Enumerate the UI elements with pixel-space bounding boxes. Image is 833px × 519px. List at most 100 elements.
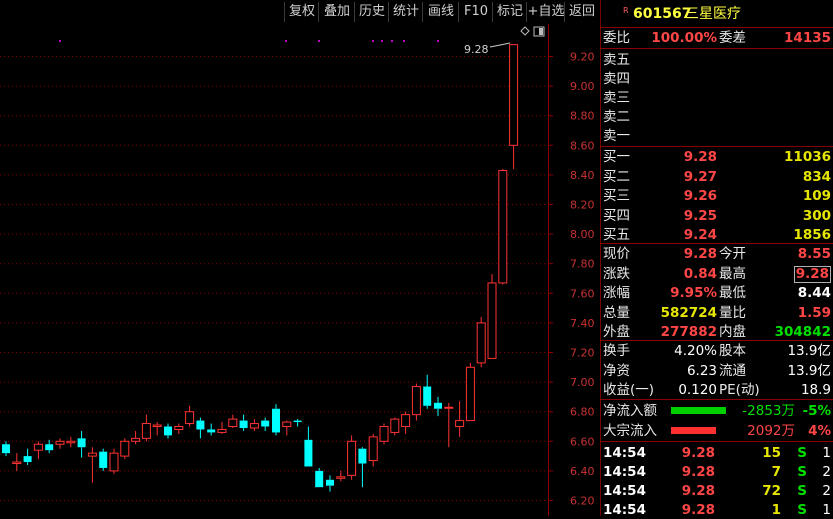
candle <box>185 405 195 427</box>
candle <box>401 411 411 434</box>
candle-body <box>196 420 205 430</box>
draw-line-button[interactable]: 画线 <box>422 2 459 22</box>
statistics-button[interactable]: 统计 <box>388 2 423 22</box>
quote-value: 8.55 <box>797 246 831 262</box>
quote-value: 0.84 <box>683 265 717 282</box>
candle-body <box>509 44 519 146</box>
mark-button[interactable]: 标记 <box>492 2 527 22</box>
candle <box>293 419 302 427</box>
tick-volume: 72 <box>762 483 781 499</box>
tick-side: S <box>797 464 807 480</box>
event-dot <box>437 40 439 42</box>
sell-row: 卖一 <box>601 127 833 145</box>
candle-body <box>207 429 216 433</box>
fuquan-button[interactable]: 复权 <box>284 2 319 22</box>
candle-body <box>55 440 65 445</box>
candle-body <box>434 402 442 409</box>
tick-side: S <box>797 502 807 518</box>
buy-row: 买三 9.26 109 <box>601 187 833 205</box>
quote-label: 涨跌 <box>603 265 630 282</box>
candle-body <box>66 440 76 444</box>
sell-row: 卖三 <box>601 89 833 107</box>
stock-code: 601567 <box>633 6 692 22</box>
flow-percent: 4% <box>808 422 831 439</box>
divider <box>601 27 833 28</box>
candle-body <box>282 421 292 427</box>
candle <box>261 417 270 431</box>
tick-side: S <box>797 483 807 499</box>
candle <box>77 430 86 458</box>
price-tick-label: 7.00 <box>570 376 595 389</box>
candle <box>12 453 22 471</box>
candle-body <box>23 456 32 463</box>
diamond-icon[interactable] <box>520 26 530 36</box>
quote-value: 8.44 <box>797 285 831 301</box>
buy-label: 买二 <box>603 168 630 185</box>
candle-body <box>174 426 184 430</box>
buy-label: 买一 <box>603 149 630 165</box>
price-tick-label: 7.80 <box>570 258 595 271</box>
candle <box>282 420 292 436</box>
quote-label: 内盘 <box>719 324 746 340</box>
candle <box>368 433 378 467</box>
candle <box>487 274 497 359</box>
candle-body <box>249 423 259 429</box>
candlestick-chart[interactable]: 9.20 9.00 8.80 8.60 8.40 8.20 8.00 7.80 7.60 7.40… <box>0 24 600 516</box>
tick-price: 9.28 <box>681 445 715 461</box>
quote-label: 量比 <box>719 304 746 321</box>
fund-value: 0.120 <box>678 382 717 398</box>
price-tick-label: 7.20 <box>570 347 595 360</box>
candle-body <box>444 406 454 409</box>
candle <box>2 441 10 457</box>
tick-count: 2 <box>822 464 831 480</box>
tick-count: 1 <box>822 502 831 518</box>
candle-body <box>326 479 334 486</box>
quote-label: 最高 <box>719 265 746 282</box>
add-watchlist-button[interactable]: +自选 <box>526 2 565 22</box>
quote-label: 外盘 <box>603 324 630 340</box>
candle-body <box>77 438 86 448</box>
sell-row: 卖二 <box>601 108 833 126</box>
fund-label: PE(动) <box>719 382 760 398</box>
quote-row: 外盘 277882 内盘 304842 <box>601 323 833 341</box>
overlay-button[interactable]: 叠加 <box>318 2 355 22</box>
stock-badge: R <box>623 6 629 15</box>
quote-value: 9.28 <box>683 246 717 262</box>
tick-time: 14:54 <box>603 464 646 480</box>
candle-body <box>185 411 195 425</box>
candle <box>45 439 54 454</box>
flow-label: 净流入额 <box>603 403 657 419</box>
candle <box>304 426 313 467</box>
event-dot <box>285 40 287 42</box>
fund-value: 13.9亿 <box>787 362 831 379</box>
price-tick-label: 8.00 <box>570 228 595 241</box>
candle <box>23 448 32 465</box>
candle <box>465 362 475 422</box>
candle-body <box>390 418 400 433</box>
candle <box>174 423 184 434</box>
price-axis: 9.20 9.00 8.80 8.60 8.40 8.20 8.00 7.80 7.60 7.40… <box>548 24 595 516</box>
fund-row: 净资 6.23 流通 13.9亿 <box>601 362 833 380</box>
price-tick-label: 6.40 <box>570 465 595 478</box>
candle <box>379 423 389 445</box>
candle <box>509 44 519 169</box>
fund-label: 收益(一) <box>603 382 655 398</box>
candle <box>207 423 216 436</box>
candle <box>239 414 248 431</box>
candle <box>152 422 162 436</box>
candle-body <box>12 461 22 464</box>
fund-label: 净资 <box>603 362 630 379</box>
sell-label: 卖二 <box>603 109 630 125</box>
f10-button[interactable]: F10 <box>458 2 493 22</box>
chart-grid <box>0 56 548 501</box>
tick-row: 14:54 9.28 15 S 1 <box>601 444 833 462</box>
buy-price: 9.24 <box>683 227 717 243</box>
buy-volume: 300 <box>802 207 831 224</box>
back-button[interactable]: 返回 <box>564 2 599 22</box>
quote-value: 9.95% <box>670 285 717 301</box>
candle <box>336 470 346 482</box>
candle-body <box>164 426 172 436</box>
tick-row: 14:54 9.28 1 S 1 <box>601 501 833 519</box>
quote-row: 总量 582724 量比 1.59 <box>601 304 833 322</box>
history-button[interactable]: 历史 <box>354 2 389 22</box>
